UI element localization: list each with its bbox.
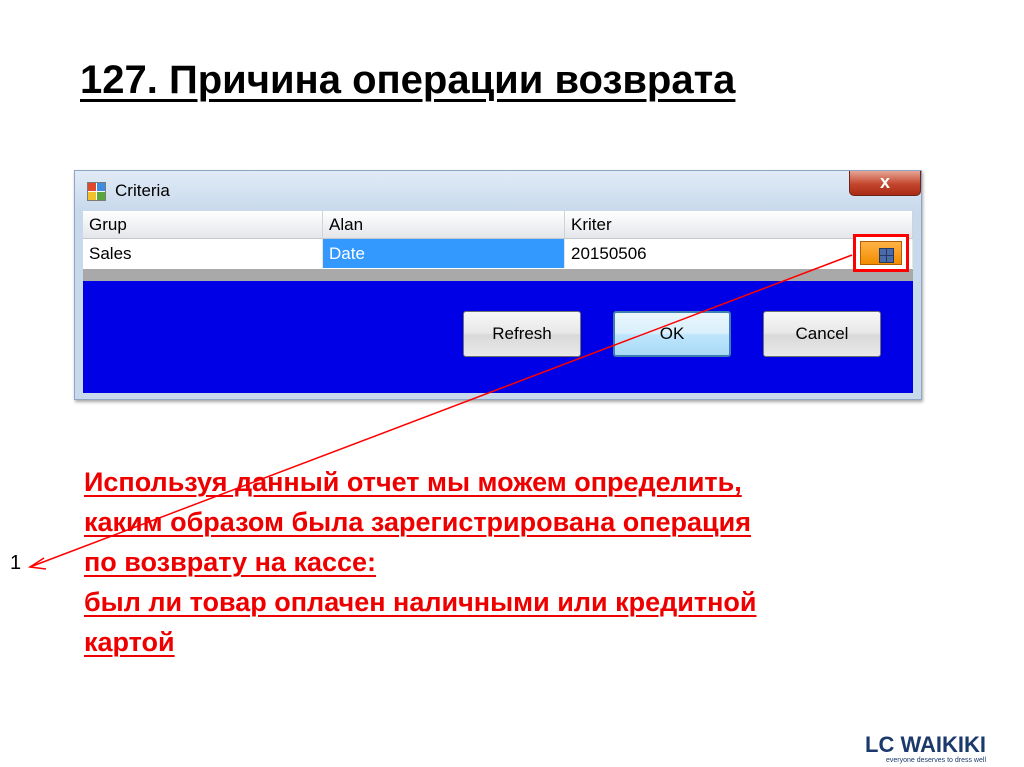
dialog-title: Criteria [115,181,170,200]
annotation-number: 1 [10,552,22,574]
ok-button[interactable]: OK [613,311,731,357]
slide-title: 127. Причина операции возврата [80,58,736,102]
annotation-line: каким образом была зарегистрирована опер… [84,507,751,537]
annotation-line: по возврату на кассе: [84,547,377,577]
arrow-head-icon [27,557,47,570]
dialog-titlebar[interactable]: Criteria x [75,171,921,211]
refresh-button[interactable]: Refresh [463,311,581,357]
table-row[interactable]: Sales Date 20150506 [83,239,913,268]
close-icon: x [879,172,890,192]
close-button[interactable]: x [849,171,921,196]
annotation-text: Используя данный отчет мы можем определи… [84,462,984,662]
binoculars-icon [879,248,894,263]
brand-logo: LC WAIKIKI everyone deserves to dress we… [865,734,986,765]
cell-alan[interactable]: Date [323,239,565,268]
cancel-button[interactable]: Cancel [763,311,881,357]
criteria-dialog: Criteria x Grup Alan Kriter Sales Date 2… [74,170,922,400]
app-icon [87,182,106,201]
dialog-client-area: Grup Alan Kriter Sales Date 20150506 Ref… [83,211,913,393]
brand-slogan: everyone deserves to dress well [886,757,986,764]
lookup-button[interactable] [853,234,909,272]
annotation-line: был ли товар оплачен наличными или креди… [84,587,757,617]
column-header-alan[interactable]: Alan [323,211,565,239]
grid-scrollbar[interactable] [83,269,913,281]
grid-header: Grup Alan Kriter [83,211,913,239]
brand-logo-text: LC WAIKIKI [865,732,986,757]
lookup-button-face [860,241,902,265]
cell-grup[interactable]: Sales [83,239,323,268]
annotation-line: Используя данный отчет мы можем определи… [84,467,742,497]
column-header-grup[interactable]: Grup [83,211,323,239]
criteria-grid: Grup Alan Kriter Sales Date 20150506 [83,211,913,281]
annotation-line: картой [84,627,175,657]
